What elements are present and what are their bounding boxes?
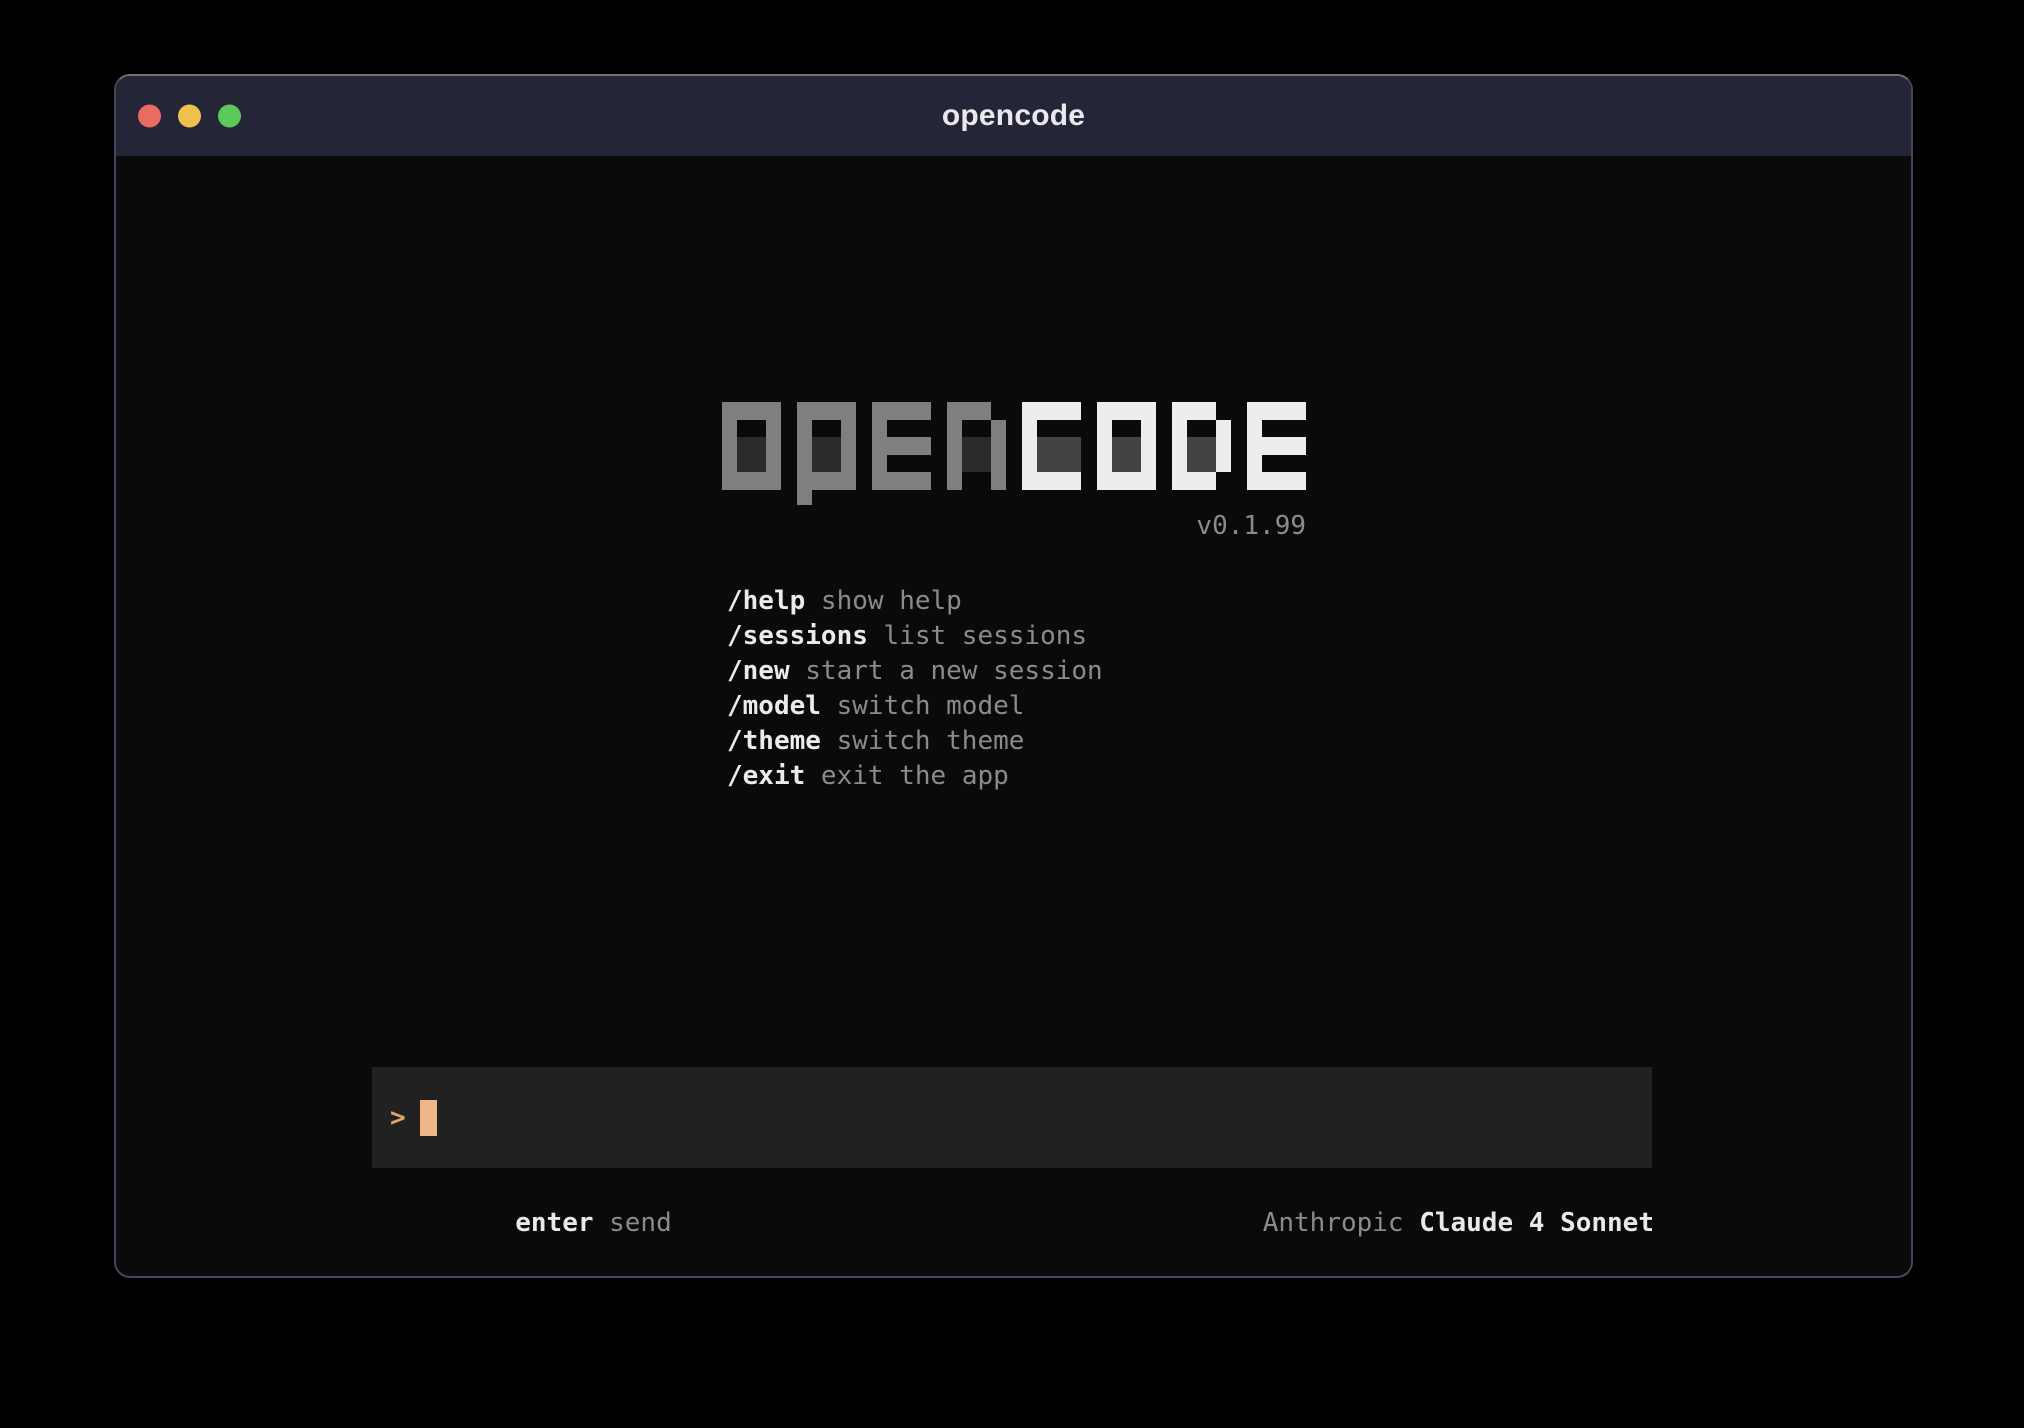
model-indicator: Anthropic Claude 4 Sonnet [1137,1178,1654,1268]
command-row: /theme switch theme [727,724,1103,759]
prompt-symbol: > [390,1103,406,1133]
maximize-button[interactable] [218,105,241,128]
command-name: /help [727,586,805,616]
command-description: list sessions [868,621,1087,651]
text-cursor [420,1100,437,1136]
command-name: /exit [727,761,805,791]
command-description: show help [805,586,962,616]
prompt-input[interactable]: > [372,1067,1652,1168]
command-name: /model [727,691,821,721]
version-label: v0.1.99 [722,511,1306,541]
command-description: exit the app [805,761,1009,791]
opencode-logo: v0.1.99 [722,402,1306,541]
status-bar: enter send Anthropic Claude 4 Sonnet [390,1178,1654,1268]
terminal-content: v0.1.99 /help show help/sessions list se… [116,156,1911,1276]
close-button[interactable] [138,105,161,128]
command-name: /new [727,656,790,686]
command-name: /theme [727,726,821,756]
opencode-window: opencode v0.1.99 /help show help/session… [114,74,1913,1278]
command-name: /sessions [727,621,868,651]
minimize-button[interactable] [178,105,201,128]
command-row: /exit exit the app [727,759,1103,794]
command-list: /help show help/sessions list sessions/n… [727,584,1103,794]
window-title: opencode [942,99,1085,133]
command-row: /help show help [727,584,1103,619]
command-description: switch model [821,691,1025,721]
command-row: /model switch model [727,689,1103,724]
keybind-hint: enter send [390,1178,672,1268]
command-row: /new start a new session [727,654,1103,689]
traffic-lights [138,105,258,128]
provider-label: Anthropic [1263,1208,1404,1238]
model-label: Claude 4 Sonnet [1419,1208,1654,1238]
send-action-label: send [609,1208,672,1238]
command-description: start a new session [790,656,1103,686]
window-titlebar[interactable]: opencode [116,76,1911,156]
enter-key-label: enter [515,1208,593,1238]
opencode-logo-art [722,402,1306,505]
command-row: /sessions list sessions [727,619,1103,654]
command-description: switch theme [821,726,1025,756]
